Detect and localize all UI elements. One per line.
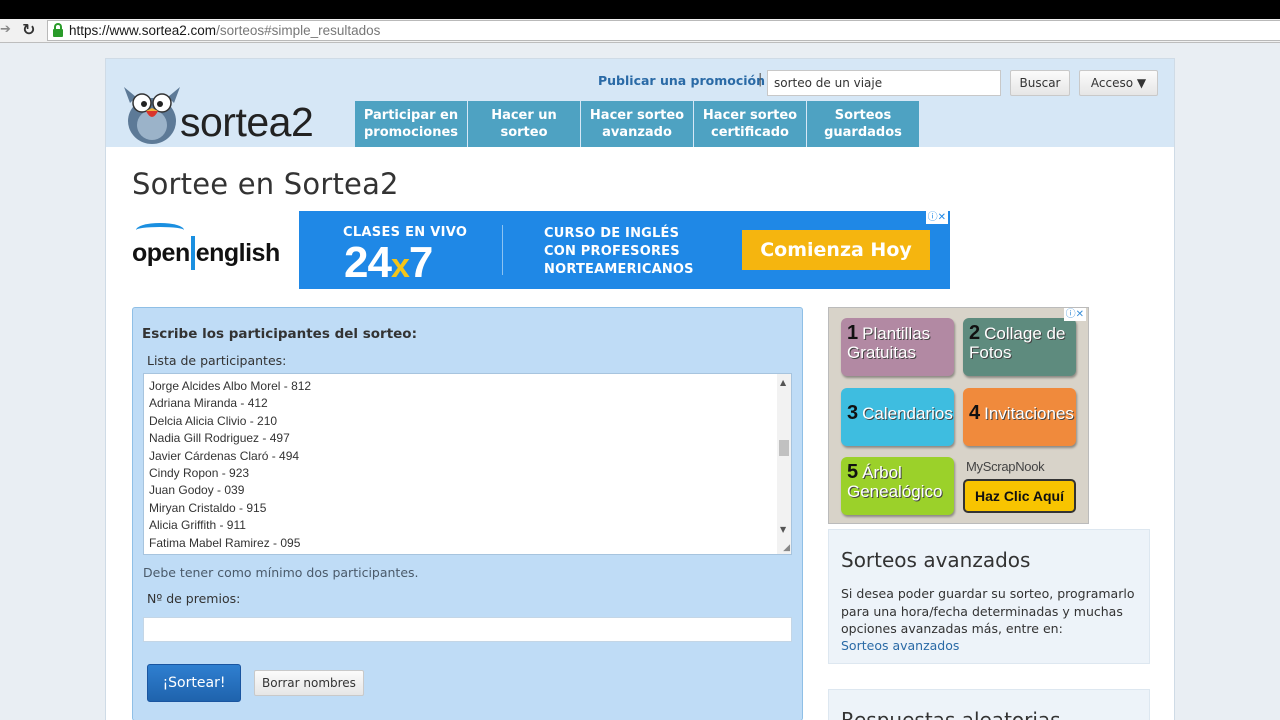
scroll-thumb[interactable] xyxy=(779,440,789,456)
form-heading: Escribe los participantes del sorteo: xyxy=(142,326,417,342)
url-text: https://www.sortea2.com/sorteos#simple_r… xyxy=(69,23,381,38)
open-english-logo[interactable]: open english xyxy=(132,211,298,289)
address-bar[interactable]: https://www.sortea2.com/sorteos#simple_r… xyxy=(47,20,1280,41)
participant-line: Nadia Gill Rodriguez - 497 xyxy=(149,431,290,446)
participant-line: Jorge Alcides Albo Morel - 812 xyxy=(149,379,312,393)
ad-tile-calendarios[interactable]: 3 Calendarios xyxy=(841,388,954,446)
main-nav: Participar en promociones Hacer un sorte… xyxy=(355,101,920,147)
scroll-down-icon[interactable]: ▼ xyxy=(780,525,786,534)
ad-tile-arbol[interactable]: 5 Árbol Genealógico xyxy=(841,457,954,515)
ad-brand: MyScrapNook xyxy=(966,459,1045,474)
ad-tile-plantillas[interactable]: 1 Plantillas Gratuitas xyxy=(841,318,954,376)
nav-tab-sorteo-avanzado[interactable]: Hacer sorteo avanzado xyxy=(581,101,694,147)
ad-banner[interactable]: CLASES EN VIVO 24x7 CURSO DE INGLÉS CON … xyxy=(299,211,950,289)
bird-mascot-icon xyxy=(124,87,180,144)
participants-label: Lista de participantes: xyxy=(147,353,287,368)
window-top-bar xyxy=(0,0,1280,19)
search-input[interactable] xyxy=(767,70,1001,96)
random-answers-title: Respuestas aleatorias xyxy=(841,708,1061,720)
ad-divider xyxy=(502,225,503,275)
participants-textarea[interactable]: Jorge Alcides Albo Morel - 812 Adriana Mi… xyxy=(143,373,792,555)
participant-line: Alicia Griffith - 911 xyxy=(149,518,246,533)
advanced-link[interactable]: Sorteos avanzados xyxy=(841,638,959,653)
adchoices-icon[interactable]: ⓘ✕ xyxy=(1063,308,1086,321)
lock-icon xyxy=(53,23,63,37)
participant-line: Javier Cárdenas Claró - 494 xyxy=(149,448,300,463)
page-container: sortea2 Publicar una promoción | Buscar … xyxy=(105,58,1175,720)
participant-line: Cindy Ropon - 923 xyxy=(149,466,250,481)
nav-tab-sorteos-guardados[interactable]: Sorteos guardados xyxy=(807,101,920,147)
advanced-text: Si desea poder guardar su sorteo, progra… xyxy=(841,586,1135,636)
site-logo[interactable]: sortea2 xyxy=(120,81,314,147)
ad-cta-button[interactable]: Comienza Hoy xyxy=(742,230,930,270)
logo-arc xyxy=(136,223,184,237)
nav-tab-hacer-sorteo[interactable]: Hacer un sorteo xyxy=(468,101,581,147)
participants-list: Jorge Alcides Albo Morel - 812 Adriana Mi… xyxy=(149,378,311,552)
random-answers-box: Respuestas aleatorias xyxy=(828,689,1150,720)
ad-24x7: 24x7 xyxy=(344,238,433,287)
separator: | xyxy=(758,72,763,87)
participant-line: Adriana Miranda - 412 xyxy=(149,396,268,411)
participant-line: Fatima Mabel Ramirez - 095 xyxy=(149,535,301,550)
participant-line: Miryan Cristaldo - 915 xyxy=(149,500,267,515)
prizes-input[interactable] xyxy=(143,617,792,642)
advanced-raffles-box: Sorteos avanzados Si desea poder guardar… xyxy=(828,529,1150,664)
participant-line: Juan Godoy - 039 xyxy=(149,483,245,498)
publish-promotion-link[interactable]: Publicar una promoción xyxy=(598,73,765,88)
raffle-form-panel: Escribe los participantes del sorteo: Li… xyxy=(132,307,803,720)
min-participants-note: Debe tener como mínimo dos participantes… xyxy=(143,565,419,580)
brand-open: open xyxy=(132,239,190,267)
adchoices-icon[interactable]: ⓘ✕ xyxy=(925,211,948,224)
advanced-title: Sorteos avanzados xyxy=(841,548,1031,572)
clear-names-button[interactable]: Borrar nombres xyxy=(254,670,364,696)
site-header: sortea2 Publicar una promoción | Buscar … xyxy=(106,59,1174,147)
page-title: Sortee en Sortea2 xyxy=(132,167,399,201)
ad-side-cta[interactable]: Haz Clic Aquí xyxy=(963,479,1076,513)
draw-button[interactable]: ¡Sortear! xyxy=(147,664,241,702)
participant-line: Delcia Alicia Clivio - 210 xyxy=(149,413,278,428)
brand-english: english xyxy=(195,239,281,267)
scroll-up-icon[interactable]: ▲ xyxy=(780,378,786,387)
textarea-scrollbar[interactable]: ▲ ▼ xyxy=(777,374,791,554)
nav-tab-sorteo-certificado[interactable]: Hacer sorteo certificado xyxy=(694,101,807,147)
browser-toolbar: ➔ ↻ https://www.sortea2.com/sorteos#simp… xyxy=(0,19,1280,43)
logo-wordmark: sortea2 xyxy=(180,99,314,145)
ad-course-text: CURSO DE INGLÉS CON PROFESORES NORTEAMER… xyxy=(544,226,694,277)
prizes-label: Nº de premios: xyxy=(147,591,241,606)
reload-icon[interactable]: ↻ xyxy=(22,20,35,39)
search-button[interactable]: Buscar xyxy=(1010,70,1070,96)
forward-arrow-icon[interactable]: ➔ xyxy=(0,22,11,37)
ad-tile-collage[interactable]: 2 Collage de Fotos xyxy=(963,318,1076,376)
nav-tab-participar[interactable]: Participar en promociones xyxy=(355,101,468,147)
ad-tile-invitaciones[interactable]: 4 Invitaciones xyxy=(963,388,1076,446)
side-ad[interactable]: 1 Plantillas Gratuitas 2 Collage de Fotos … xyxy=(828,307,1089,524)
access-dropdown-button[interactable]: Acceso ▼ xyxy=(1079,70,1158,96)
resize-handle-icon[interactable]: ◢ xyxy=(783,543,790,553)
